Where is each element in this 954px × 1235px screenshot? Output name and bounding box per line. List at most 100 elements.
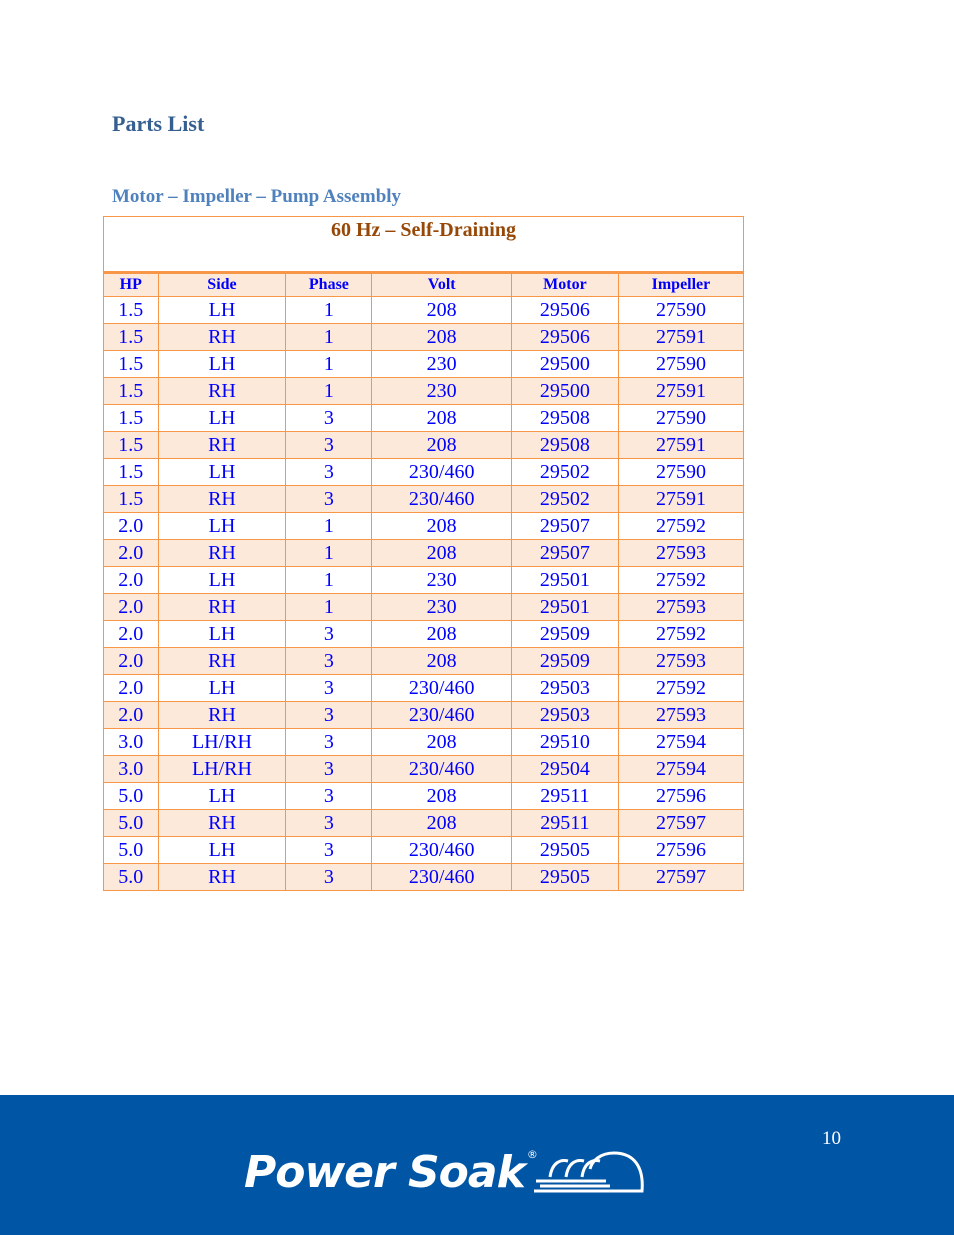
cell-motor: 29500 <box>510 350 619 378</box>
cell-hp: 2.0 <box>103 647 159 675</box>
cell-motor: 29508 <box>510 404 619 432</box>
cell-side: RH <box>157 701 287 729</box>
cell-impeller: 27592 <box>617 512 745 540</box>
cell-impeller: 27592 <box>617 674 745 702</box>
cell-phase: 1 <box>285 593 373 621</box>
cell-hp: 2.0 <box>103 512 159 540</box>
cell-phase: 1 <box>285 323 373 351</box>
cell-motor: 29509 <box>510 620 619 648</box>
cell-phase: 3 <box>285 809 373 837</box>
cell-phase: 1 <box>285 350 373 378</box>
cell-hp: 1.5 <box>103 485 159 513</box>
column-header-phase: Phase <box>285 272 373 297</box>
table-row: 2.0 LH 3 208 29509 27592 <box>103 620 745 648</box>
cell-hp: 3.0 <box>103 755 159 783</box>
cell-side: LH <box>157 836 287 864</box>
cell-hp: 2.0 <box>103 593 159 621</box>
cell-hp: 5.0 <box>103 809 159 837</box>
cell-motor: 29501 <box>510 566 619 594</box>
cell-phase: 3 <box>285 647 373 675</box>
cell-phase: 3 <box>285 431 373 459</box>
cell-hp: 5.0 <box>103 836 159 864</box>
cell-hp: 1.5 <box>103 404 159 432</box>
cell-impeller: 27593 <box>617 539 745 567</box>
cell-motor: 29501 <box>510 593 619 621</box>
cell-volt: 208 <box>371 809 512 837</box>
cell-side: RH <box>157 863 287 891</box>
cell-phase: 3 <box>285 836 373 864</box>
column-header-side: Side <box>157 272 287 297</box>
cell-motor: 29507 <box>510 539 619 567</box>
parts-table: 60 Hz – Self-Draining HP Side Phase Volt… <box>103 216 745 891</box>
cell-motor: 29502 <box>510 458 619 486</box>
cell-impeller: 27592 <box>617 566 745 594</box>
cell-volt: 230/460 <box>371 485 512 513</box>
cell-hp: 1.5 <box>103 458 159 486</box>
cell-volt: 230/460 <box>371 674 512 702</box>
cell-motor: 29507 <box>510 512 619 540</box>
cell-volt: 230 <box>371 566 512 594</box>
cell-impeller: 27597 <box>617 863 745 891</box>
table-row: 3.0 LH/RH 3 230/460 29504 27594 <box>103 755 745 783</box>
section-heading: Motor – Impeller – Pump Assembly <box>112 186 402 207</box>
table-row: 1.5 LH 1 208 29506 27590 <box>103 296 745 324</box>
cell-phase: 1 <box>285 512 373 540</box>
logo-text: Power Soak <box>244 1147 526 1198</box>
cell-volt: 230/460 <box>371 863 512 891</box>
column-header-volt: Volt <box>371 272 512 297</box>
cell-volt: 230 <box>371 593 512 621</box>
cell-phase: 3 <box>285 485 373 513</box>
cell-volt: 208 <box>371 782 512 810</box>
cell-impeller: 27594 <box>617 728 745 756</box>
cell-side: LH <box>157 350 287 378</box>
cell-phase: 1 <box>285 539 373 567</box>
cell-impeller: 27590 <box>617 350 745 378</box>
cell-phase: 3 <box>285 755 373 783</box>
table-caption-row: 60 Hz – Self-Draining <box>103 216 744 274</box>
cell-phase: 1 <box>285 566 373 594</box>
cell-phase: 3 <box>285 728 373 756</box>
column-header-hp: HP <box>103 272 159 297</box>
table-row: 2.0 LH 3 230/460 29503 27592 <box>103 674 745 702</box>
table-row: 1.5 LH 3 208 29508 27590 <box>103 404 745 432</box>
cell-hp: 5.0 <box>103 863 159 891</box>
cell-impeller: 27590 <box>617 296 745 324</box>
cell-hp: 1.5 <box>103 296 159 324</box>
cell-side: LH <box>157 782 287 810</box>
cell-hp: 2.0 <box>103 701 159 729</box>
cell-motor: 29503 <box>510 674 619 702</box>
cell-side: LH <box>157 512 287 540</box>
sink-wave-icon <box>533 1151 644 1193</box>
cell-hp: 2.0 <box>103 566 159 594</box>
cell-impeller: 27590 <box>617 458 745 486</box>
table-row: 1.5 RH 1 230 29500 27591 <box>103 377 745 405</box>
table-row: 1.5 RH 3 208 29508 27591 <box>103 431 745 459</box>
registered-mark: ® <box>526 1148 538 1161</box>
cell-impeller: 27596 <box>617 836 745 864</box>
cell-phase: 3 <box>285 782 373 810</box>
cell-volt: 208 <box>371 512 512 540</box>
cell-side: RH <box>157 647 287 675</box>
table-row: 1.5 LH 3 230/460 29502 27590 <box>103 458 745 486</box>
cell-hp: 5.0 <box>103 782 159 810</box>
cell-motor: 29508 <box>510 431 619 459</box>
cell-impeller: 27591 <box>617 377 745 405</box>
cell-hp: 2.0 <box>103 539 159 567</box>
cell-motor: 29504 <box>510 755 619 783</box>
cell-phase: 3 <box>285 404 373 432</box>
cell-side: RH <box>157 323 287 351</box>
cell-volt: 208 <box>371 620 512 648</box>
table-row: 5.0 LH 3 208 29511 27596 <box>103 782 745 810</box>
table-row: 3.0 LH/RH 3 208 29510 27594 <box>103 728 745 756</box>
cell-motor: 29505 <box>510 836 619 864</box>
table-row: 2.0 RH 3 208 29509 27593 <box>103 647 745 675</box>
cell-volt: 208 <box>371 539 512 567</box>
cell-volt: 230 <box>371 350 512 378</box>
cell-hp: 2.0 <box>103 674 159 702</box>
cell-hp: 3.0 <box>103 728 159 756</box>
cell-hp: 1.5 <box>103 350 159 378</box>
cell-side: LH <box>157 296 287 324</box>
cell-volt: 230/460 <box>371 755 512 783</box>
cell-motor: 29506 <box>510 323 619 351</box>
cell-impeller: 27596 <box>617 782 745 810</box>
